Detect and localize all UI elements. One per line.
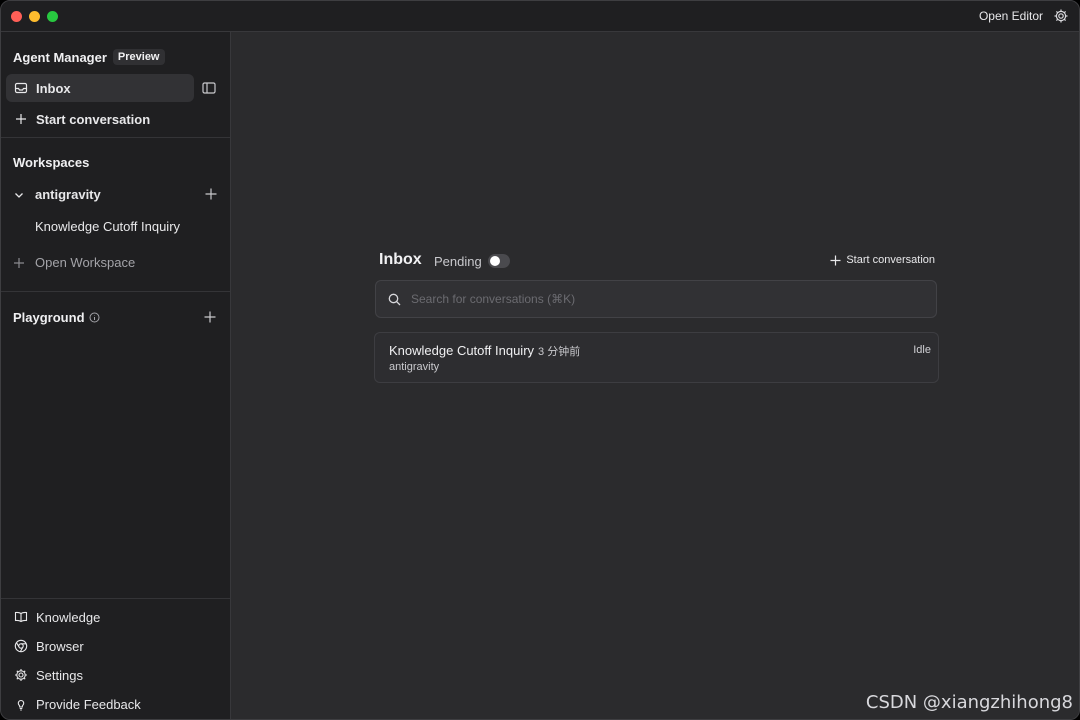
chrome-icon <box>14 639 28 653</box>
watermark: CSDN @xiangzhihong8 <box>865 692 1073 713</box>
app-title: Agent Manager <box>13 49 107 65</box>
sidebar-item-label: Inbox <box>36 80 71 96</box>
toggle-knob <box>490 256 500 266</box>
open-workspace-button[interactable]: Open Workspace <box>13 255 135 270</box>
divider <box>1 598 230 599</box>
page-title: Inbox <box>379 251 422 268</box>
book-icon <box>14 610 28 624</box>
search-bar <box>375 280 937 318</box>
divider <box>1 291 230 292</box>
plus-icon <box>14 112 28 126</box>
playground-heading: Playground <box>13 310 100 325</box>
title-bar: Open Editor <box>1 1 1079 32</box>
conversation-title-row: Knowledge Cutoff Inquiry 3 分钟前 <box>389 343 580 359</box>
sidebar-item-label: Start conversation <box>36 111 151 127</box>
sidebar: Agent Manager Preview Inbox Start conver… <box>1 32 231 719</box>
sidebar-toggle-icon[interactable] <box>201 80 217 96</box>
divider <box>1 137 230 138</box>
chevron-down-icon <box>13 189 25 201</box>
conversation-time: 3 分钟前 <box>538 346 581 358</box>
start-conversation-button[interactable]: Start conversation <box>830 254 935 266</box>
minimize-window-button[interactable] <box>29 11 40 22</box>
start-conversation-label: Start conversation <box>846 254 935 266</box>
main-panel: Inbox Pending Start conversation Knowled… <box>232 32 1079 719</box>
pending-label: Pending <box>434 254 482 269</box>
sidebar-item-settings[interactable]: Settings <box>6 661 194 689</box>
add-playground-icon[interactable] <box>203 310 217 324</box>
search-icon <box>388 293 401 306</box>
gear-icon[interactable] <box>1053 8 1069 24</box>
sidebar-item-label: Browser <box>36 638 84 654</box>
open-workspace-label: Open Workspace <box>35 255 136 270</box>
preview-badge: Preview <box>112 49 165 65</box>
playground-title: Playground <box>13 310 85 325</box>
inbox-header: Inbox Pending Start conversation <box>379 251 935 273</box>
sidebar-item-label: Knowledge <box>36 609 101 625</box>
workspace-conversation-item[interactable]: Knowledge Cutoff Inquiry <box>35 219 180 234</box>
status-badge: Idle <box>913 344 931 356</box>
conversation-title: Knowledge Cutoff Inquiry <box>389 343 535 358</box>
workspace-item-antigravity[interactable]: antigravity <box>13 187 101 202</box>
sidebar-item-inbox[interactable]: Inbox <box>6 74 194 102</box>
maximize-window-button[interactable] <box>47 11 58 22</box>
sidebar-item-label: Provide Feedback <box>36 696 141 712</box>
add-to-workspace-icon[interactable] <box>204 187 218 201</box>
pending-toggle[interactable] <box>488 254 510 268</box>
sidebar-item-feedback[interactable]: Provide Feedback <box>6 690 194 718</box>
sidebar-item-label: Settings <box>36 667 83 683</box>
inbox-icon <box>14 81 28 95</box>
gear-icon <box>14 668 28 682</box>
search-input[interactable] <box>411 292 936 306</box>
sidebar-item-browser[interactable]: Browser <box>6 632 194 660</box>
close-window-button[interactable] <box>11 11 22 22</box>
app-window: Open Editor Agent Manager Preview Inbox <box>0 0 1080 720</box>
workspace-name: antigravity <box>35 187 101 202</box>
lightbulb-icon <box>14 697 28 711</box>
plus-icon <box>13 257 25 269</box>
plus-icon <box>830 255 841 265</box>
sidebar-item-knowledge[interactable]: Knowledge <box>6 603 194 631</box>
brand: Agent Manager Preview <box>13 49 165 65</box>
sidebar-item-start-conversation[interactable]: Start conversation <box>6 105 194 133</box>
conversation-card[interactable]: Knowledge Cutoff Inquiry 3 分钟前 antigravit… <box>374 332 939 383</box>
conversation-workspace: antigravity <box>389 361 440 373</box>
conversation-label: Knowledge Cutoff Inquiry <box>35 219 181 234</box>
info-icon[interactable] <box>89 312 100 323</box>
open-editor-button[interactable]: Open Editor <box>979 9 1043 23</box>
workspaces-heading: Workspaces <box>13 155 90 170</box>
